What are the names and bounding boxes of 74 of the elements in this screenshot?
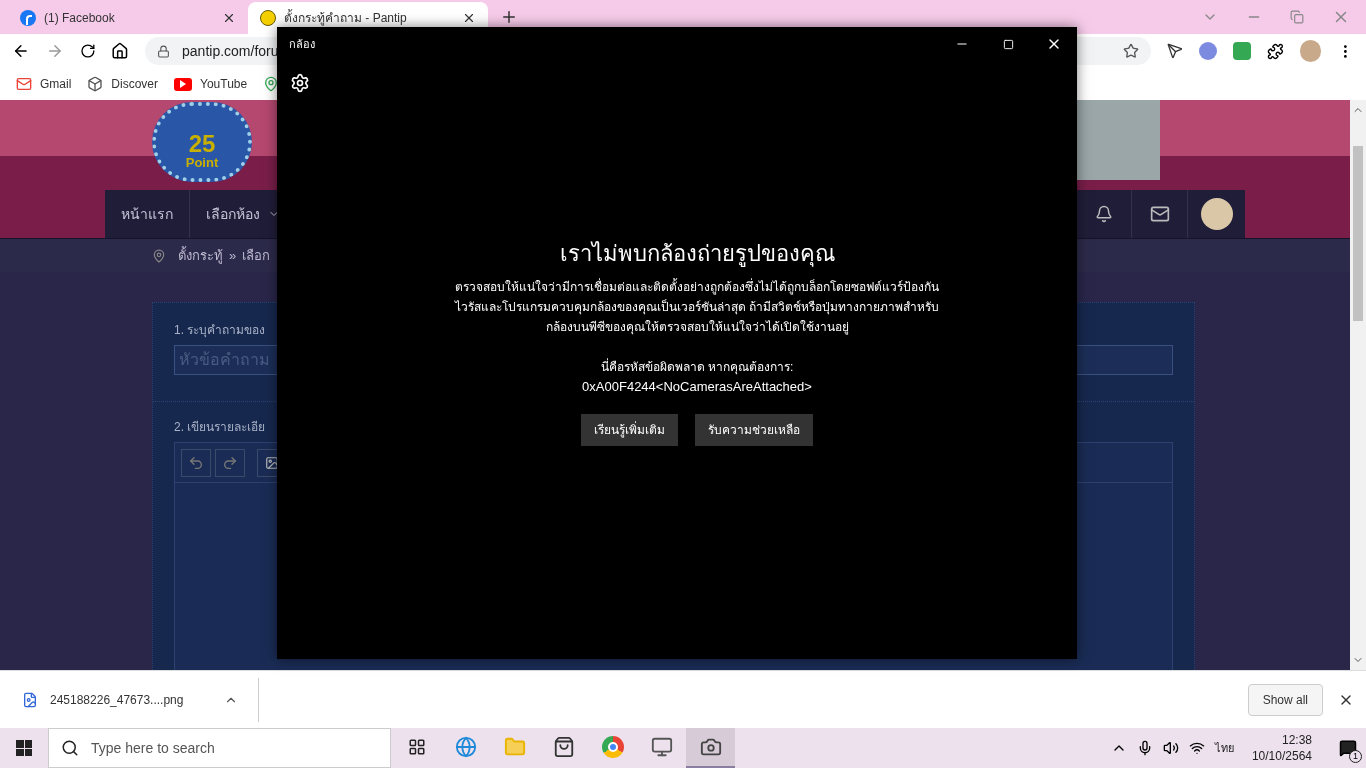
- cube-icon: [87, 76, 104, 92]
- location-icon: [152, 248, 166, 263]
- bell-button[interactable]: [1076, 190, 1132, 238]
- mail-icon: [1149, 204, 1170, 224]
- breadcrumb-link[interactable]: เลือก: [242, 245, 271, 266]
- url-text: pantip.com/foru: [182, 41, 279, 61]
- mail-button[interactable]: [1132, 190, 1188, 238]
- bookmark[interactable]: YouTube: [174, 71, 248, 97]
- error-message-line: ตรวจสอบให้แน่ใจว่ามีการเชื่อมต่อและติดตั้งอย่างถูกต้องซึ่งไม่ได้ถูกบล็อกโดยซอฟต์แวร์ป้องกัน: [455, 277, 939, 297]
- bookmark[interactable]: Gmail: [16, 71, 72, 97]
- step-label: 1. ระบุคำถามของ: [174, 322, 266, 339]
- image-icon: [265, 455, 279, 470]
- error-message-line: ไวรัสและโปรแกรมควบคุมกล้องของคุณเป็นเวอร์ชันล่าสุด ถ้ามีสวิตช์หรือปุ่มทางกายภาพสำหรับ: [454, 298, 940, 317]
- undo-button[interactable]: [181, 448, 211, 477]
- dialog-button[interactable]: รับความช่วยเหลือ: [695, 414, 813, 446]
- notifications-button[interactable]: 1: [1330, 728, 1366, 768]
- breadcrumb-separator: »: [229, 246, 237, 265]
- error-code: 0xA00F4244<NoCamerasAreAttached>: [582, 378, 812, 396]
- error-code-intro: นี่คือรหัสข้อผิดพลาด หากคุณต้องการ:: [600, 357, 794, 377]
- scrollbar-thumb[interactable]: [1353, 146, 1363, 321]
- download-item[interactable]: 245188226_47673....png: [22, 677, 259, 722]
- window-title: กล้อง: [289, 36, 315, 52]
- map-pin-icon[interactable]: [263, 76, 280, 92]
- dialog-button[interactable]: เรียนรู้เพิ่มเติม: [581, 414, 678, 446]
- search-field[interactable]: Type here to search: [48, 728, 391, 768]
- bookmark[interactable]: Discover: [87, 71, 159, 97]
- lock-icon: [157, 44, 171, 58]
- badge-drawing: 25 Point: [152, 102, 252, 182]
- maximize-icon: [1002, 38, 1014, 50]
- smiley-icon: [260, 10, 276, 26]
- settings-icon[interactable]: [290, 73, 310, 93]
- notification-badge: 1: [1349, 750, 1362, 763]
- monitor-icon: [650, 736, 673, 758]
- shopping-bag-icon: [552, 736, 575, 758]
- language-indicator[interactable]: ไทย: [1214, 739, 1234, 757]
- task-view-icon: [407, 738, 426, 756]
- step-label: 2. เขียนรายละเอีย: [174, 419, 266, 436]
- home-icon[interactable]: [111, 42, 130, 60]
- search-icon: [61, 739, 79, 757]
- browser-tab[interactable]: (1) Facebook: [8, 2, 248, 34]
- back-icon[interactable]: [12, 42, 30, 60]
- tab-title: ตั้งกระทู้คำถาม - Pantip: [284, 9, 408, 27]
- reload-icon[interactable]: [79, 43, 96, 59]
- extensions-icon[interactable]: [1266, 42, 1284, 60]
- tab-title: (1) Facebook: [44, 10, 116, 27]
- error-heading: เราไม่พบกล้องถ่ายรูปของคุณ: [559, 240, 835, 269]
- folder-icon: [503, 736, 526, 758]
- play-icon: [174, 77, 193, 91]
- error-message-line: กล้องบนพีซีของคุณให้ตรวจสอบให้แน่ใจว่าได้เปิดใช้งานอยู่: [545, 319, 849, 337]
- redo-icon: [222, 454, 238, 471]
- camera-icon: [699, 736, 722, 758]
- undo-icon: [188, 454, 204, 471]
- redo-button[interactable]: [215, 448, 245, 477]
- breadcrumb-link[interactable]: ตั้งกระทู้: [178, 245, 223, 266]
- show-all-button[interactable]: Show all: [1247, 683, 1323, 716]
- new-tab-icon[interactable]: [500, 8, 518, 26]
- globe-icon: [454, 736, 477, 758]
- star-icon[interactable]: [1123, 43, 1140, 59]
- bell-icon: [1094, 205, 1113, 223]
- file-icon: [22, 691, 38, 708]
- taskbar-app[interactable]: [686, 728, 735, 768]
- wifi-icon[interactable]: [1188, 740, 1205, 756]
- extension-icon[interactable]: [1199, 42, 1217, 60]
- windows-icon: [16, 740, 32, 756]
- mail-icon: [16, 76, 32, 92]
- cursor-icon[interactable]: [1167, 43, 1184, 59]
- scrollbar[interactable]: [1350, 100, 1366, 670]
- avatar-button[interactable]: [1188, 190, 1245, 238]
- speaker-icon[interactable]: [1162, 740, 1179, 756]
- nav-item[interactable]: หน้าแรก: [105, 190, 190, 238]
- close-icon[interactable]: [462, 11, 476, 25]
- avatar: [1200, 198, 1233, 230]
- clock[interactable]: 12:38 10/10/2564: [1243, 732, 1320, 764]
- close-icon[interactable]: [222, 11, 236, 25]
